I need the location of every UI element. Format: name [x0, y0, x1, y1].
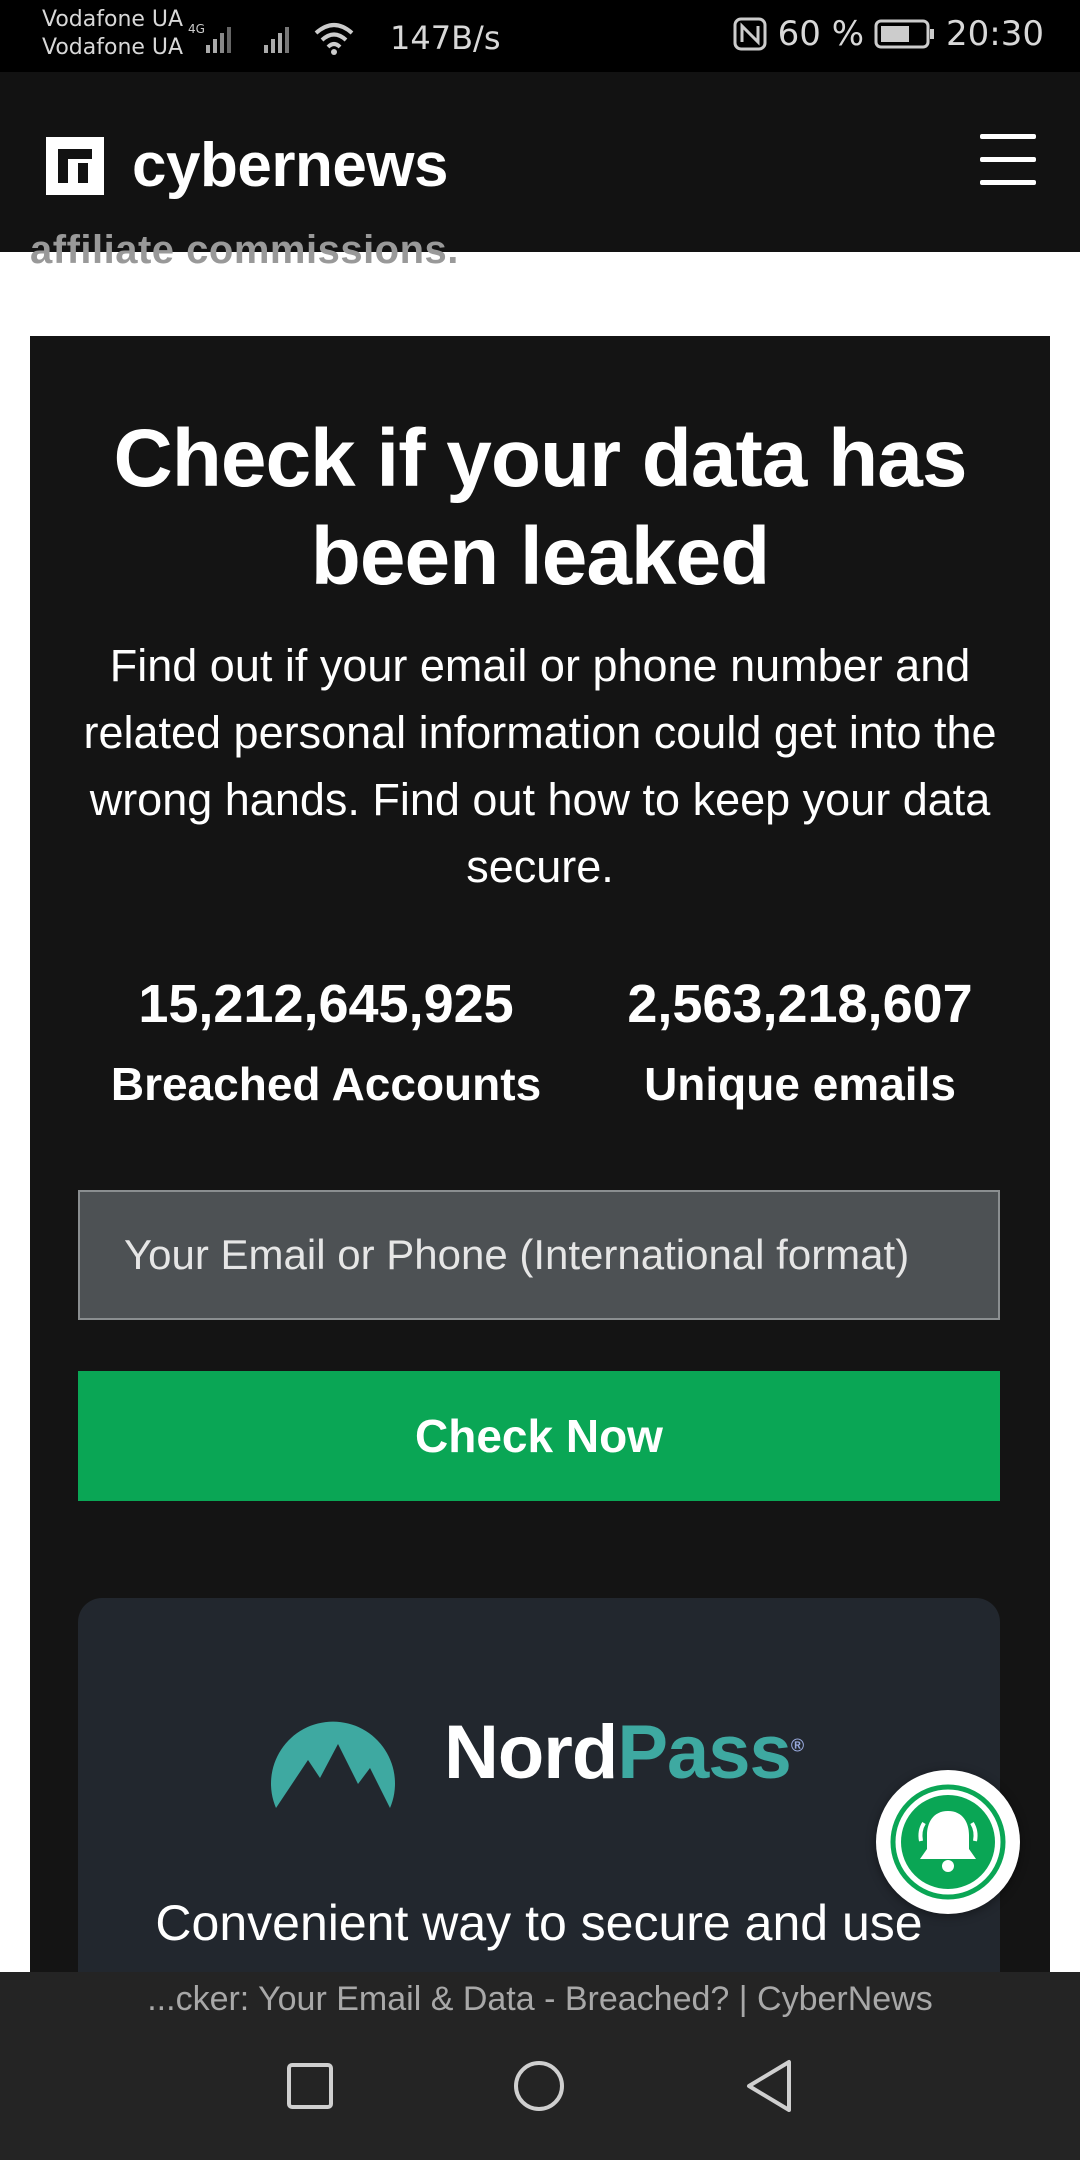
network-speed: 147B/s — [390, 19, 501, 57]
carrier-2: Vodafone UA — [42, 35, 184, 60]
nfc-icon — [733, 17, 767, 51]
recent-apps-icon[interactable] — [264, 2042, 354, 2132]
stat-unique-emails: 2,563,218,607 Unique emails — [570, 972, 1030, 1112]
stat-value: 15,212,645,925 — [138, 974, 514, 1034]
clock: 20:30 — [946, 14, 1044, 54]
nordpass-wordmark: NordPass® — [444, 1709, 804, 1795]
leak-checker-card: Check if your data has been leaked Find … — [30, 336, 1050, 2098]
bell-icon — [890, 1784, 1006, 1900]
carrier-1: Vodafone UA — [42, 7, 184, 32]
article-text-fragment: affiliate commissions. — [30, 228, 459, 272]
stat-label: Breached Accounts — [110, 1058, 542, 1110]
input-placeholder: Your Email or Phone (International forma… — [124, 1231, 910, 1278]
site-header: cybernews — [0, 72, 1080, 252]
svg-text:4G: 4G — [188, 22, 205, 36]
brand-logo[interactable]: cybernews — [46, 130, 449, 201]
hamburger-menu-icon[interactable] — [980, 134, 1036, 190]
android-nav-bar — [0, 2042, 1080, 2132]
battery-icon — [874, 19, 935, 49]
battery-percent: 60 % — [777, 14, 865, 54]
cybernews-logo-icon — [46, 136, 104, 195]
wifi-icon — [314, 23, 354, 55]
home-icon[interactable] — [494, 2042, 584, 2132]
nordpass-logo: NordPass® — [258, 1694, 804, 1810]
page-title[interactable]: ...cker: Your Email & Data - Breached? |… — [0, 1980, 1080, 2019]
signal-icon: 4G — [188, 22, 231, 53]
carrier-labels: Vodafone UA Vodafone UA — [42, 6, 183, 62]
status-right: 60 % 20:30 — [732, 14, 1044, 54]
email-phone-input[interactable]: Your Email or Phone (International forma… — [78, 1190, 1000, 1320]
stat-value: 2,563,218,607 — [627, 974, 973, 1034]
nordpass-mountain-icon — [271, 1721, 395, 1808]
status-bar: Vodafone UA Vodafone UA 4G 147B/s 60 % 2… — [0, 0, 1080, 72]
promo-text: Convenient way to secure and use — [155, 1895, 923, 1951]
signal-indicators: 4G 147B/s — [188, 19, 501, 57]
notification-bell-button[interactable] — [876, 1770, 1020, 1914]
leak-checker-description: Find out if your email or phone number a… — [83, 640, 997, 892]
brand-name: cybernews — [132, 131, 449, 200]
back-icon[interactable] — [724, 2042, 814, 2132]
browser-bottom-bar: ...cker: Your Email & Data - Breached? |… — [0, 1972, 1080, 2160]
signal-icon — [264, 27, 289, 53]
leak-checker-title: Check if your data has been leaked — [113, 413, 968, 602]
check-now-button[interactable]: Check Now — [78, 1371, 1000, 1501]
stat-label: Unique emails — [644, 1058, 956, 1110]
stat-breached-accounts: 15,212,645,925 Breached Accounts — [96, 972, 556, 1112]
